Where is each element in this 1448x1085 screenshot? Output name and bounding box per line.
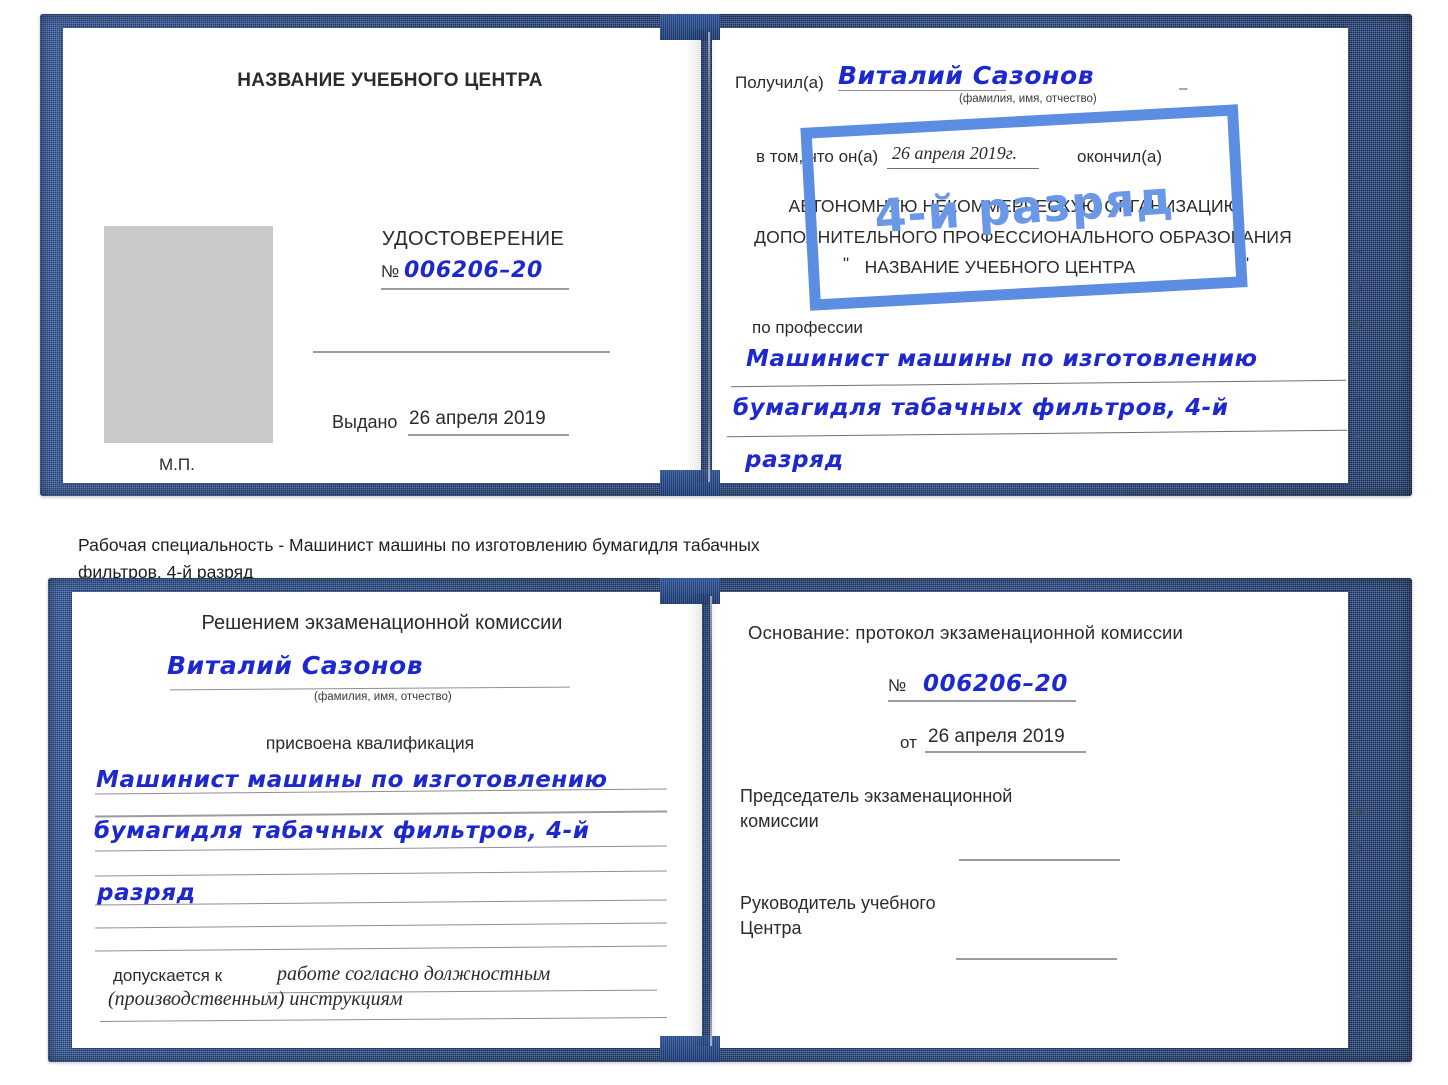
issued-rule (408, 434, 569, 436)
head-signature-rule (956, 958, 1117, 960)
certificate-number-value: 006206–20 (404, 258, 543, 283)
certificate-number-rule (381, 288, 569, 290)
received-name-rule (838, 90, 1006, 91)
edge-mark: и (1354, 279, 1362, 295)
edge-mark: – (1354, 728, 1362, 744)
issued-label: Выдано (332, 412, 398, 432)
from-rule (925, 751, 1086, 753)
commission-name-value: Виталий Сазонов (167, 651, 424, 680)
qualification-label: присвоена квалификация (265, 733, 475, 753)
edge-mark: а (1354, 316, 1362, 332)
edge-mark: – (1354, 205, 1362, 221)
received-name-value: Виталий Сазонов (838, 61, 1095, 90)
commission-name-hint: (фамилия, имя, отчество) (314, 691, 452, 703)
chairman-signature-rule (959, 859, 1120, 861)
top-booklet-spine (708, 32, 710, 482)
issued-value: 26 апреля 2019 (409, 408, 546, 429)
qualification-line-2: бумагидля табачных фильтров, 4-й (94, 818, 590, 844)
edge-mark: – (1354, 242, 1362, 258)
admitted-value-line-1: работе согласно должностным (277, 963, 551, 985)
profession-line-2: бумагидля табачных фильтров, 4-й (733, 395, 1229, 421)
edge-mark: – (1354, 464, 1362, 480)
protocol-number-rule (888, 700, 1076, 702)
top-right-edge-column: – – – и а ← – – – (1345, 168, 1371, 501)
top-left-blank-rule (313, 351, 610, 353)
edge-mark: а (1354, 839, 1362, 855)
edge-mark: – (1354, 427, 1362, 443)
protocol-number-value: 006206–20 (923, 671, 1068, 697)
rank-stamp: 4-й разряд (800, 104, 1248, 311)
edge-mark: – (1354, 913, 1362, 929)
received-label: Получил(а) (735, 73, 824, 92)
received-name-hint: (фамилия, имя, отчество) (959, 93, 1097, 105)
protocol-number-prefix: № (888, 676, 907, 695)
bottom-left-header: Решением экзаменационной комиссии (201, 612, 563, 634)
from-value: 26 апреля 2019 (928, 726, 1065, 747)
head-label-line-1: Руководитель учебного (740, 893, 936, 913)
top-left-doc-title: УДОСТОВЕРЕНИЕ (381, 228, 565, 250)
from-label: от (900, 733, 917, 752)
seal-label: М.П. (159, 455, 195, 474)
chairman-label-line-1: Председатель экзаменационной (740, 786, 1013, 806)
edge-mark: – (1354, 1024, 1362, 1040)
chairman-label-line-2: комиссии (740, 811, 819, 831)
bottom-booklet-spine-shade (688, 594, 718, 1046)
edge-mark: – (1354, 168, 1362, 184)
admitted-value-line-2: (производственным) инструкциям (108, 988, 403, 1010)
edge-mark: и (1354, 802, 1362, 818)
top-booklet-spine-shade (686, 30, 716, 482)
admitted-label: допускается к (113, 966, 223, 985)
caption-line-1: Рабочая специальность - Машинист машины … (78, 535, 760, 555)
edge-mark: – (1354, 950, 1362, 966)
edge-mark: – (1354, 390, 1362, 406)
photo-placeholder (104, 226, 273, 443)
bottom-right-edge-column: – – и а ← – – – – (1345, 728, 1371, 1061)
profession-line-1: Машинист машины по изготовлению (746, 346, 1258, 372)
basis-label: Основание: протокол экзаменационной коми… (748, 622, 1184, 643)
received-dash: – (1179, 80, 1188, 97)
edge-mark: – (1354, 765, 1362, 781)
edge-mark: ← (1351, 353, 1365, 369)
bottom-booklet-spine (710, 596, 712, 1046)
top-left-header: НАЗВАНИЕ УЧЕБНОГО ЦЕНТРА (237, 70, 543, 91)
edge-mark: ← (1351, 876, 1365, 892)
qualification-line-3: разряд (97, 880, 196, 906)
profession-label: по профессии (752, 318, 863, 337)
edge-mark: – (1354, 987, 1362, 1003)
certificate-number-prefix: № (381, 262, 400, 281)
head-label-line-2: Центра (740, 918, 802, 938)
profession-line-3: разряд (745, 447, 844, 473)
